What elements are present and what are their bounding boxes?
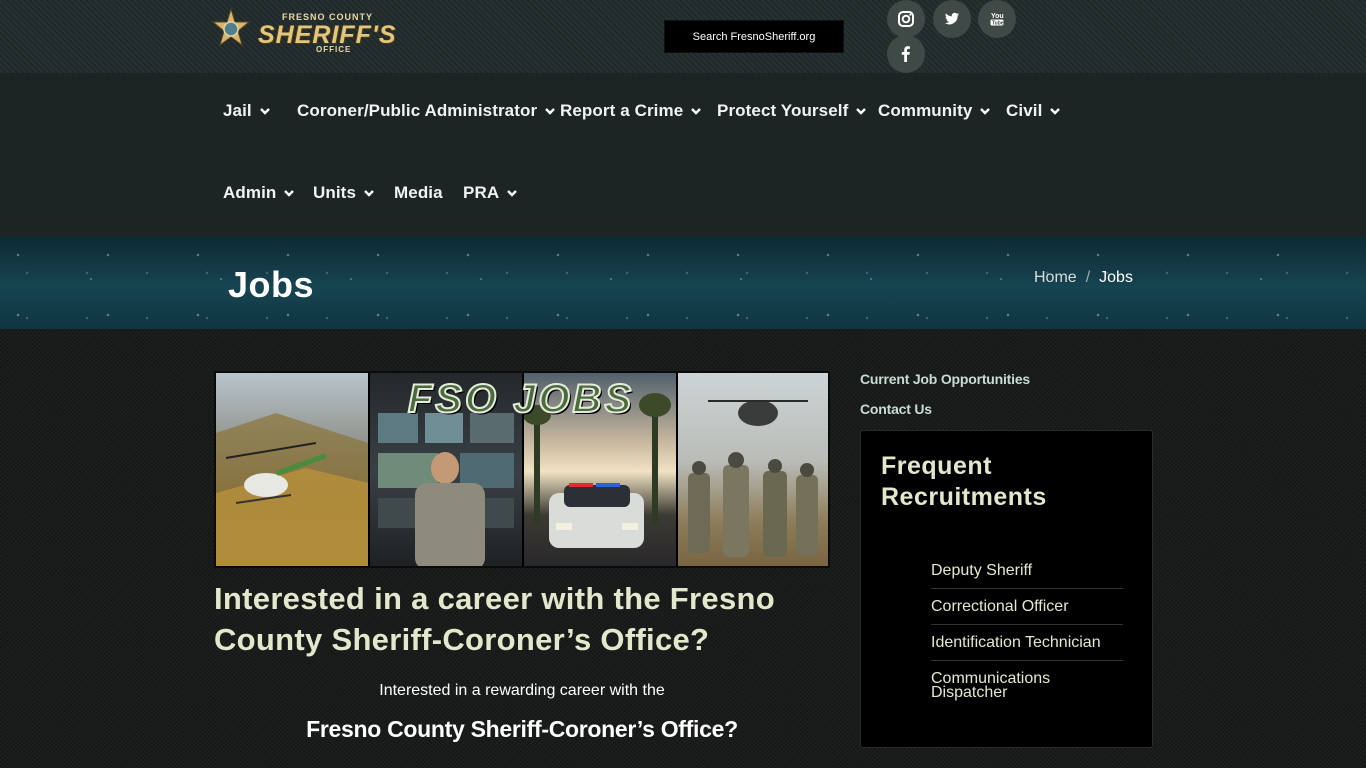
career-intro-emphasis: Fresno County Sheriff-Coroner’s Office? <box>306 716 738 742</box>
breadcrumb: Home / Jobs <box>1034 269 1133 287</box>
current-job-opportunities-link[interactable]: Current Job Opportunities <box>860 371 1030 387</box>
nav-item-coroner[interactable]: Coroner/Public Administrator <box>297 101 556 121</box>
chevron-down-icon <box>259 108 270 115</box>
chevron-down-icon <box>507 190 518 197</box>
logo-sub-line: OFFICE <box>316 45 352 54</box>
instagram-icon <box>898 11 914 27</box>
search-button[interactable]: Search FresnoSheriff.org <box>664 20 844 53</box>
svg-text:You: You <box>991 13 1004 20</box>
recruitments-list: Deputy Sheriff Correctional Officer Iden… <box>931 553 1123 710</box>
twitter-icon <box>944 12 959 25</box>
recruitment-correctional-officer[interactable]: Correctional Officer <box>931 589 1123 625</box>
nav-item-jail[interactable]: Jail <box>223 101 271 121</box>
career-headline: Interested in a career with the Fresno C… <box>214 581 775 657</box>
nav-item-label: PRA <box>463 183 500 202</box>
recruitment-identification-technician[interactable]: Identification Technician <box>931 625 1123 661</box>
tactical-team-photo-panel <box>678 373 828 566</box>
chevron-down-icon <box>856 108 867 115</box>
sheriff-star-icon <box>212 8 250 47</box>
helicopter-illustration <box>216 413 368 566</box>
breadcrumb-separator: / <box>1085 269 1091 286</box>
nav-item-protect-yourself[interactable]: Protect Yourself <box>717 101 867 121</box>
breadcrumb-current: Jobs <box>1099 269 1133 286</box>
nav-item-units[interactable]: Units <box>313 183 375 203</box>
facebook-icon <box>901 46 910 62</box>
nav-item-label: Jail <box>223 101 252 120</box>
recruitments-heading: Frequent Recruitments <box>881 452 1047 511</box>
instagram-link[interactable] <box>887 0 925 38</box>
nav-item-community[interactable]: Community <box>878 101 991 121</box>
nav-item-civil[interactable]: Civil <box>1006 101 1061 121</box>
breadcrumb-home-link[interactable]: Home <box>1034 269 1077 287</box>
frequent-recruitments-panel: Frequent Recruitments Deputy Sheriff Cor… <box>860 430 1153 748</box>
starfield-background <box>0 237 1366 329</box>
tactical-team-illustration <box>688 400 818 557</box>
career-intro-text: Interested in a rewarding career with th… <box>379 682 665 699</box>
nav-item-label: Community <box>878 101 973 120</box>
youtube-link[interactable]: You Tube <box>978 0 1016 38</box>
youtube-icon: You Tube <box>990 13 1004 26</box>
recruitment-deputy-sheriff[interactable]: Deputy Sheriff <box>931 553 1123 589</box>
chevron-down-icon <box>284 190 295 197</box>
chevron-down-icon <box>980 108 991 115</box>
nav-item-label: Civil <box>1006 101 1043 120</box>
page-header-banner: Jobs Home / Jobs <box>0 237 1366 329</box>
facebook-link[interactable] <box>887 35 925 73</box>
nav-item-admin[interactable]: Admin <box>223 183 295 203</box>
banner-title: FSO JOBS <box>407 376 635 422</box>
page-title: Jobs <box>228 264 315 305</box>
svg-text:Tube: Tube <box>992 20 1004 26</box>
nav-item-label: Units <box>313 183 356 202</box>
helicopter-photo-panel <box>216 373 368 566</box>
chevron-down-icon <box>545 108 556 115</box>
top-bar: FRESNO COUNTY SHERIFF'S OFFICE Search Fr… <box>0 0 1366 73</box>
nav-item-label: Report a Crime <box>560 101 684 120</box>
chevron-down-icon <box>364 190 374 197</box>
fso-jobs-banner-image: FSO JOBS <box>214 371 830 568</box>
chevron-down-icon <box>691 108 702 115</box>
sheriff-logo[interactable]: FRESNO COUNTY SHERIFF'S OFFICE <box>212 8 428 54</box>
contact-us-link[interactable]: Contact Us <box>860 401 932 417</box>
main-navigation: Jail Coroner/Public Administrator Report… <box>0 73 1366 237</box>
nav-item-media[interactable]: Media <box>394 183 443 203</box>
nav-item-pra[interactable]: PRA <box>463 183 518 203</box>
nav-item-label: Media <box>394 183 443 202</box>
recruitment-communications-dispatcher[interactable]: Communications Dispatcher <box>931 661 1123 710</box>
nav-item-label: Coroner/Public Administrator <box>297 101 538 120</box>
chevron-down-icon <box>1050 108 1061 115</box>
nav-item-label: Admin <box>223 183 277 202</box>
nav-item-label: Protect Yourself <box>717 101 849 120</box>
twitter-link[interactable] <box>933 0 971 38</box>
nav-item-report-crime[interactable]: Report a Crime <box>560 101 702 121</box>
